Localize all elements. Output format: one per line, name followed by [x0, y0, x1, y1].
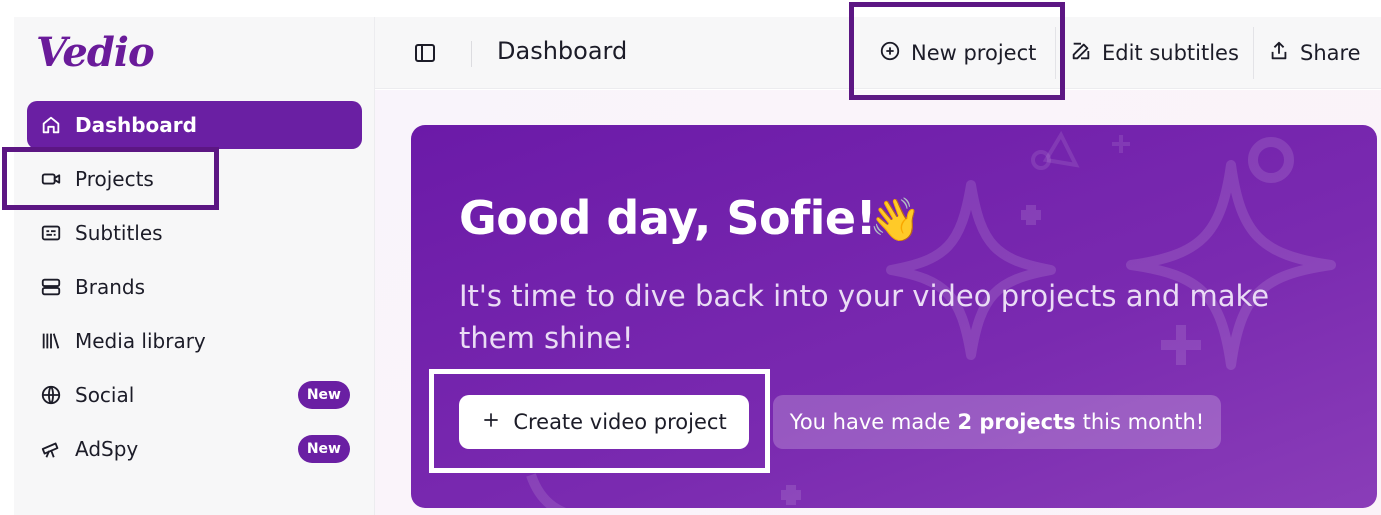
monthly-projects-stat: You have made 2 projects this month! — [773, 395, 1221, 449]
new-project-highlight — [849, 2, 1065, 100]
sidebar-item-brands[interactable]: Brands — [27, 263, 362, 311]
sidebar-item-label: Social — [75, 383, 135, 407]
sidebar-item-label: Dashboard — [75, 113, 197, 137]
waving-hand-icon: 👋 — [869, 195, 922, 244]
projects-highlight — [2, 147, 219, 210]
greeting-heading: Good day, Sofie! — [459, 191, 877, 245]
stat-suffix: this month! — [1082, 410, 1205, 434]
sidebar-toggle-icon[interactable] — [413, 41, 437, 65]
stat-prefix: You have made — [789, 410, 951, 434]
stat-value: 2 projects — [957, 410, 1076, 434]
sidebar: Vedio Dashboard Projects Subtitles Brand… — [14, 17, 375, 515]
share-button[interactable]: Share — [1253, 27, 1375, 79]
sidebar-item-label: Media library — [75, 329, 206, 353]
sidebar-item-dashboard[interactable]: Dashboard — [27, 101, 362, 149]
sidebar-item-adspy[interactable]: AdSpy New — [27, 425, 362, 473]
sidebar-item-social[interactable]: Social New — [27, 371, 362, 419]
greeting-subtitle: It's time to dive back into your video p… — [459, 279, 1270, 355]
brands-icon — [39, 275, 63, 299]
edit-subtitles-button[interactable]: Edit subtitles — [1055, 27, 1253, 79]
sidebar-item-label: Subtitles — [75, 221, 163, 245]
page-title: Dashboard — [497, 37, 628, 65]
create-project-highlight — [429, 369, 770, 473]
home-icon — [39, 113, 63, 137]
edit-subtitles-label: Edit subtitles — [1102, 41, 1239, 65]
subtitles-icon — [39, 221, 63, 245]
globe-icon — [39, 383, 63, 407]
sidebar-item-label: Brands — [75, 275, 145, 299]
library-icon — [39, 329, 63, 353]
edit-icon — [1070, 40, 1092, 67]
new-badge: New — [297, 435, 350, 463]
sidebar-item-label: AdSpy — [75, 437, 139, 461]
header-divider — [471, 41, 472, 67]
share-icon — [1268, 40, 1290, 67]
new-badge: New — [297, 381, 350, 409]
sidebar-item-media-library[interactable]: Media library — [27, 317, 362, 365]
app-logo[interactable]: Vedio — [36, 29, 155, 76]
share-label: Share — [1300, 41, 1361, 65]
sidebar-item-subtitles[interactable]: Subtitles — [27, 209, 362, 257]
telescope-icon — [39, 437, 63, 461]
